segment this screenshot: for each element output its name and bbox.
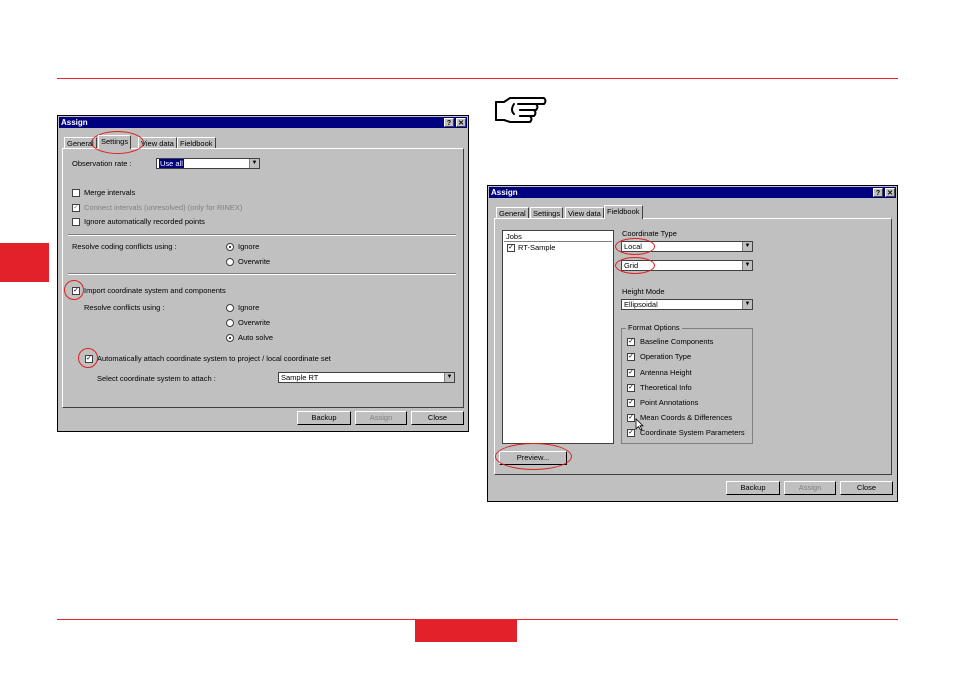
side-marker <box>0 243 49 282</box>
help-button[interactable]: ? <box>873 188 883 197</box>
format-options-label: Format Options <box>626 323 682 332</box>
antenna-height-checkbox[interactable]: ✓ <box>627 369 635 377</box>
top-divider <box>57 78 898 79</box>
chevron-down-icon: ▼ <box>742 261 752 270</box>
select-coord-label: Select coordinate system to attach : <box>97 374 216 383</box>
import-coord-label: Import coordinate system and components <box>84 286 226 295</box>
chevron-down-icon: ▼ <box>249 159 259 168</box>
job-item[interactable]: RT-Sample <box>518 243 555 252</box>
coding-ignore-label: Ignore <box>238 242 260 251</box>
close-button[interactable]: Close <box>411 411 464 425</box>
conflict-overwrite-radio[interactable] <box>226 319 234 327</box>
close-button[interactable]: Close <box>840 481 893 495</box>
coord-type-label: Coordinate Type <box>622 229 677 238</box>
antenna-height-label: Antenna Height <box>640 368 692 377</box>
observation-rate-label: Observation rate : <box>72 159 132 168</box>
operation-type-checkbox[interactable]: ✓ <box>627 353 635 361</box>
resolve-coding-label: Resolve coding conflicts using : <box>72 242 177 251</box>
conflict-ignore-label: Ignore <box>238 303 260 312</box>
baseline-components-label: Baseline Components <box>640 337 714 346</box>
auto-attach-label: Automatically attach coordinate system t… <box>97 354 331 363</box>
tab-settings[interactable]: Settings <box>98 135 132 149</box>
conflict-overwrite-label: Overwrite <box>238 318 271 327</box>
highlight-oval <box>615 257 655 274</box>
select-coord-value: Sample RT <box>281 373 319 382</box>
merge-intervals-label: Merge intervals <box>84 188 136 197</box>
separator <box>68 234 456 236</box>
baseline-components-checkbox[interactable]: ✓ <box>627 338 635 346</box>
backup-button[interactable]: Backup <box>297 411 351 425</box>
dialog-title: Assign <box>491 188 518 197</box>
chevron-down-icon: ▼ <box>742 242 752 251</box>
coding-overwrite-radio[interactable] <box>226 258 234 266</box>
theoretical-info-checkbox[interactable]: ✓ <box>627 384 635 392</box>
coord-system-params-label: Coordinate System Parameters <box>640 428 745 437</box>
page-footer-box <box>415 620 517 642</box>
point-annotations-label: Point Annotations <box>640 398 699 407</box>
ignore-auto-points-checkbox[interactable] <box>72 218 80 226</box>
assign-dialog-settings: Assign ? ✕ General Settings View data Fi… <box>57 115 469 432</box>
tab-fieldbook[interactable]: Fieldbook <box>604 205 643 219</box>
jobs-list[interactable]: Jobs ✓ RT-Sample <box>502 230 614 444</box>
separator <box>68 273 456 275</box>
point-annotations-checkbox[interactable]: ✓ <box>627 399 635 407</box>
dialog-title: Assign <box>61 118 88 127</box>
height-mode-select[interactable]: Ellipsoidal ▼ <box>621 299 753 310</box>
assign-button[interactable]: Assign <box>784 481 836 495</box>
highlight-circle <box>64 280 84 300</box>
conflict-autosolve-label: Auto solve <box>238 333 274 342</box>
highlight-oval <box>615 238 655 255</box>
settings-panel <box>62 148 464 408</box>
job-checkbox[interactable]: ✓ <box>507 244 515 252</box>
chevron-down-icon: ▼ <box>444 373 454 382</box>
assign-button[interactable]: Assign <box>355 411 407 425</box>
coord-system-params-checkbox[interactable]: ✓ <box>627 429 635 437</box>
coding-overwrite-label: Overwrite <box>238 257 271 266</box>
close-x-button[interactable]: ✕ <box>885 188 895 197</box>
connect-intervals-checkbox[interactable]: ✓ <box>72 204 80 212</box>
height-mode-label: Height Mode <box>622 287 665 296</box>
merge-intervals-checkbox[interactable] <box>72 189 80 197</box>
select-coord-select[interactable]: Sample RT ▼ <box>278 372 455 383</box>
mean-coords-checkbox[interactable]: ✓ <box>627 414 635 422</box>
height-mode-value: Ellipsoidal <box>624 300 658 309</box>
backup-button[interactable]: Backup <box>726 481 780 495</box>
conflict-ignore-radio[interactable] <box>226 304 234 312</box>
dialog-title-bar: Assign ? ✕ <box>489 187 896 198</box>
observation-rate-value: Use all <box>159 159 184 168</box>
observation-rate-select[interactable]: Use all ▼ <box>156 158 260 169</box>
resolve-conflicts-label: Resolve conflicts using : <box>84 303 165 312</box>
mean-coords-label: Mean Coords & Differences <box>640 413 732 422</box>
operation-type-label: Operation Type <box>640 352 692 361</box>
mouse-cursor-icon <box>635 418 644 431</box>
chevron-down-icon: ▼ <box>742 300 752 309</box>
help-button[interactable]: ? <box>444 118 454 127</box>
highlight-oval <box>495 443 572 470</box>
conflict-autosolve-radio[interactable] <box>226 334 234 342</box>
connect-intervals-label: Connect intervals (unresolved) (only for… <box>84 203 243 212</box>
jobs-header-line <box>504 241 612 242</box>
ignore-auto-points-label: Ignore automatically recorded points <box>84 217 205 226</box>
highlight-circle <box>78 348 98 368</box>
pointing-hand-icon <box>495 97 547 123</box>
dialog-title-bar: Assign ? ✕ <box>59 117 467 128</box>
jobs-header: Jobs <box>506 232 522 241</box>
assign-dialog-fieldbook: Assign ? ✕ General Settings View data Fi… <box>487 185 898 502</box>
coding-ignore-radio[interactable] <box>226 243 234 251</box>
close-x-button[interactable]: ✕ <box>456 118 466 127</box>
theoretical-info-label: Theoretical Info <box>640 383 692 392</box>
